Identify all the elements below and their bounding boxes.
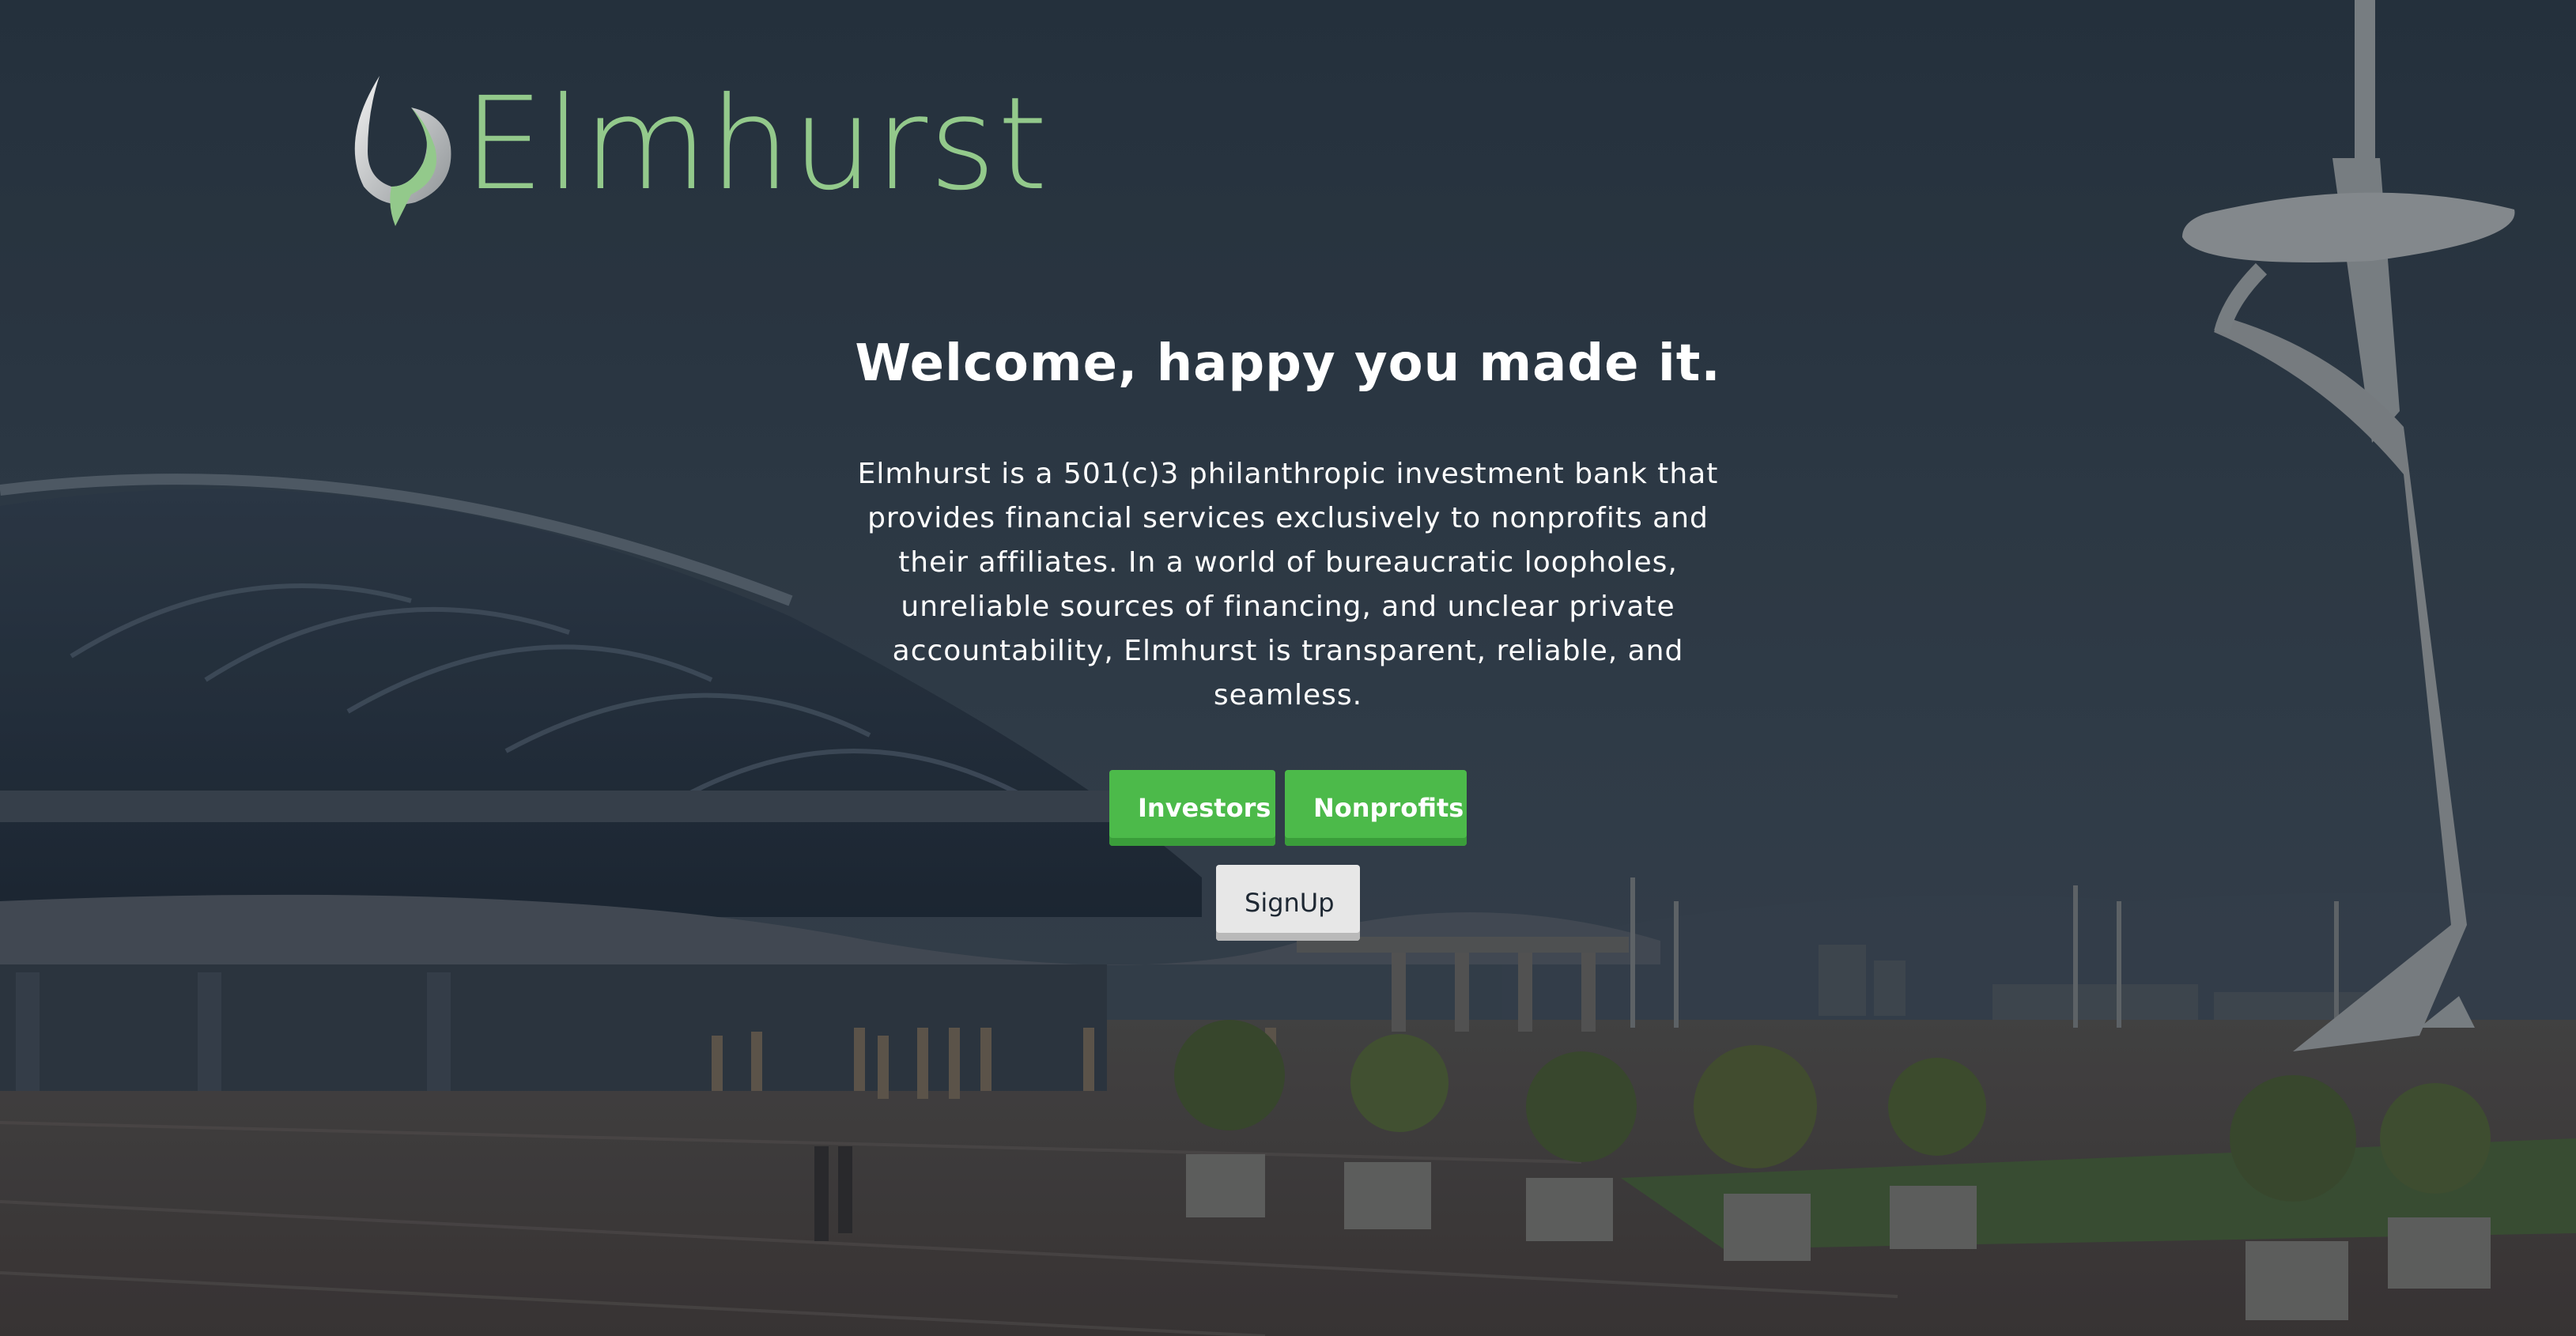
- signup-button[interactable]: SignUp: [1216, 865, 1360, 941]
- role-buttons: Investors Nonprofits: [735, 770, 1841, 846]
- hero-content: Welcome, happy you made it. Elmhurst is …: [735, 316, 1841, 941]
- logo-wordmark: Elmhurst: [463, 70, 1050, 219]
- hero-title: Welcome, happy you made it.: [855, 334, 1721, 393]
- elmhurst-logo[interactable]: Elmhurst: [348, 68, 1048, 226]
- nonprofits-button[interactable]: Nonprofits: [1285, 770, 1467, 846]
- landing-page: Elmhurst Welcome, happy you made it. Elm…: [0, 0, 2576, 1336]
- hero-description: Elmhurst is a 501(c)3 philanthropic inve…: [857, 458, 1719, 711]
- signup-row: SignUp: [735, 865, 1841, 941]
- leaf-logo-icon: [354, 76, 451, 226]
- investors-button[interactable]: Investors: [1109, 770, 1275, 846]
